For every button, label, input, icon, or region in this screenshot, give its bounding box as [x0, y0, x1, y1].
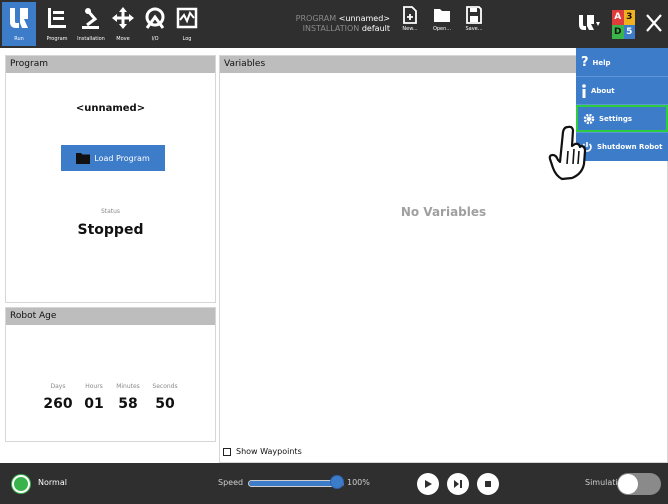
speed-label: Speed	[218, 478, 244, 487]
program-key: PROGRAM	[295, 14, 337, 23]
status-indicator[interactable]	[12, 475, 30, 493]
folder-icon	[76, 153, 91, 164]
age-days-label: Days	[50, 383, 66, 390]
info-icon	[582, 83, 586, 98]
nav-io-tab[interactable]: I/O	[138, 2, 172, 46]
age-seconds-label: Seconds	[152, 383, 178, 390]
nav-run-tab[interactable]: Run	[2, 2, 36, 46]
hamburger-menu: ? Help About Settings Shutdown Robot	[576, 48, 668, 161]
speed-badge[interactable]: A 3 D 5	[612, 10, 635, 39]
nav-installation-label: Installation	[77, 36, 105, 42]
program-info: PROGRAM <unnamed> INSTALLATION default	[260, 14, 390, 34]
menu-item-help[interactable]: ? Help	[576, 49, 668, 76]
robot-age-title: Robot Age	[6, 308, 215, 325]
age-seconds: Seconds 50	[147, 383, 183, 412]
age-seconds-value: 50	[155, 396, 175, 412]
hand-pointer-icon	[548, 125, 587, 181]
program-panel: Program <unnamed> Load Program Status St…	[5, 55, 216, 303]
status-value: Stopped	[77, 222, 144, 238]
folder-icon	[434, 9, 450, 22]
step-button[interactable]	[447, 473, 469, 495]
new-button[interactable]: New...	[396, 6, 424, 44]
show-waypoints-checkbox[interactable]: Show Waypoints	[223, 447, 302, 456]
save-label: Save...	[465, 26, 483, 32]
nav-program-tab[interactable]: Program	[40, 2, 74, 46]
ur-logo-icon	[10, 8, 28, 28]
step-icon	[454, 480, 462, 488]
simulation-toggle-knob	[618, 474, 638, 494]
help-icon: ?	[581, 55, 589, 70]
load-program-button[interactable]: Load Program	[61, 145, 165, 171]
installation-key: INSTALLATION	[302, 24, 360, 33]
program-value: <unnamed>	[338, 14, 390, 23]
menu-about-label: About	[591, 86, 615, 95]
age-minutes: Minutes 58	[111, 383, 145, 412]
program-name: <unnamed>	[75, 103, 146, 114]
installation-value: default	[361, 24, 390, 33]
menu-settings-label: Settings	[599, 114, 633, 123]
menu-shutdown-label: Shutdown Robot	[597, 142, 663, 151]
nav-installation-tab[interactable]: Installation	[74, 2, 108, 46]
load-program-label: Load Program	[94, 153, 150, 163]
new-label: New...	[402, 26, 418, 32]
status-label: Status	[100, 208, 121, 215]
menu-item-about[interactable]: About	[576, 77, 668, 104]
age-hours-value: 01	[84, 396, 104, 412]
menu-item-shutdown[interactable]: Shutdown Robot	[576, 133, 668, 160]
save-icon	[466, 6, 482, 24]
age-days-value: 260	[43, 396, 73, 412]
nav-program-label: Program	[46, 36, 68, 42]
badge-d: D	[612, 24, 624, 39]
speed-slider-thumb[interactable]	[330, 475, 344, 489]
nav-log-label: Log	[182, 36, 192, 42]
nav-move-label: Move	[116, 36, 130, 42]
nav-log-tab[interactable]: Log	[170, 2, 204, 46]
nav-run-label: Run	[14, 36, 24, 42]
nav-io-label: I/O	[151, 36, 159, 42]
age-days: Days 260	[43, 383, 73, 412]
robot-age-panel: Robot Age Days 260 Hours 01 Minutes 58 S…	[5, 307, 216, 442]
open-label: Open...	[432, 26, 452, 32]
play-button[interactable]	[417, 473, 439, 495]
robot-arm-icon	[82, 8, 99, 29]
program-panel-title: Program	[6, 56, 215, 73]
close-icon[interactable]	[645, 12, 663, 34]
age-minutes-label: Minutes	[116, 383, 140, 390]
menu-item-settings[interactable]: Settings	[576, 105, 668, 132]
stop-button[interactable]	[477, 473, 499, 495]
speed-value: 100%	[347, 478, 370, 487]
age-minutes-value: 58	[118, 396, 138, 412]
log-icon	[176, 7, 198, 29]
ur-logo-icon[interactable]	[577, 13, 603, 33]
checkbox-box[interactable]	[223, 447, 231, 456]
play-icon	[425, 480, 432, 488]
stop-icon	[485, 481, 491, 487]
simulation-toggle[interactable]	[617, 473, 661, 495]
show-waypoints-label: Show Waypoints	[236, 447, 302, 456]
badge-5: 5	[623, 24, 635, 39]
status-text: Normal	[38, 478, 67, 487]
save-button[interactable]: Save...	[460, 6, 488, 44]
menu-help-label: Help	[592, 58, 611, 67]
footer-bar: Normal Speed 100% Simulation	[0, 463, 668, 504]
open-button[interactable]: Open...	[428, 6, 456, 44]
age-hours-label: Hours	[85, 383, 103, 390]
age-hours: Hours 01	[79, 383, 109, 412]
move-arrows-icon	[112, 7, 134, 29]
new-file-icon	[403, 6, 417, 24]
nav-move-tab[interactable]: Move	[106, 2, 140, 46]
badge-3: 3	[623, 10, 635, 25]
header-bar: Run Program Installation Move I/O Log PR…	[0, 0, 668, 48]
program-icon	[48, 8, 66, 28]
gear-icon	[583, 113, 595, 124]
io-icon	[145, 7, 165, 29]
no-variables-text: No Variables	[400, 205, 487, 219]
badge-a: A	[612, 10, 624, 25]
speed-slider-fill	[249, 481, 343, 486]
